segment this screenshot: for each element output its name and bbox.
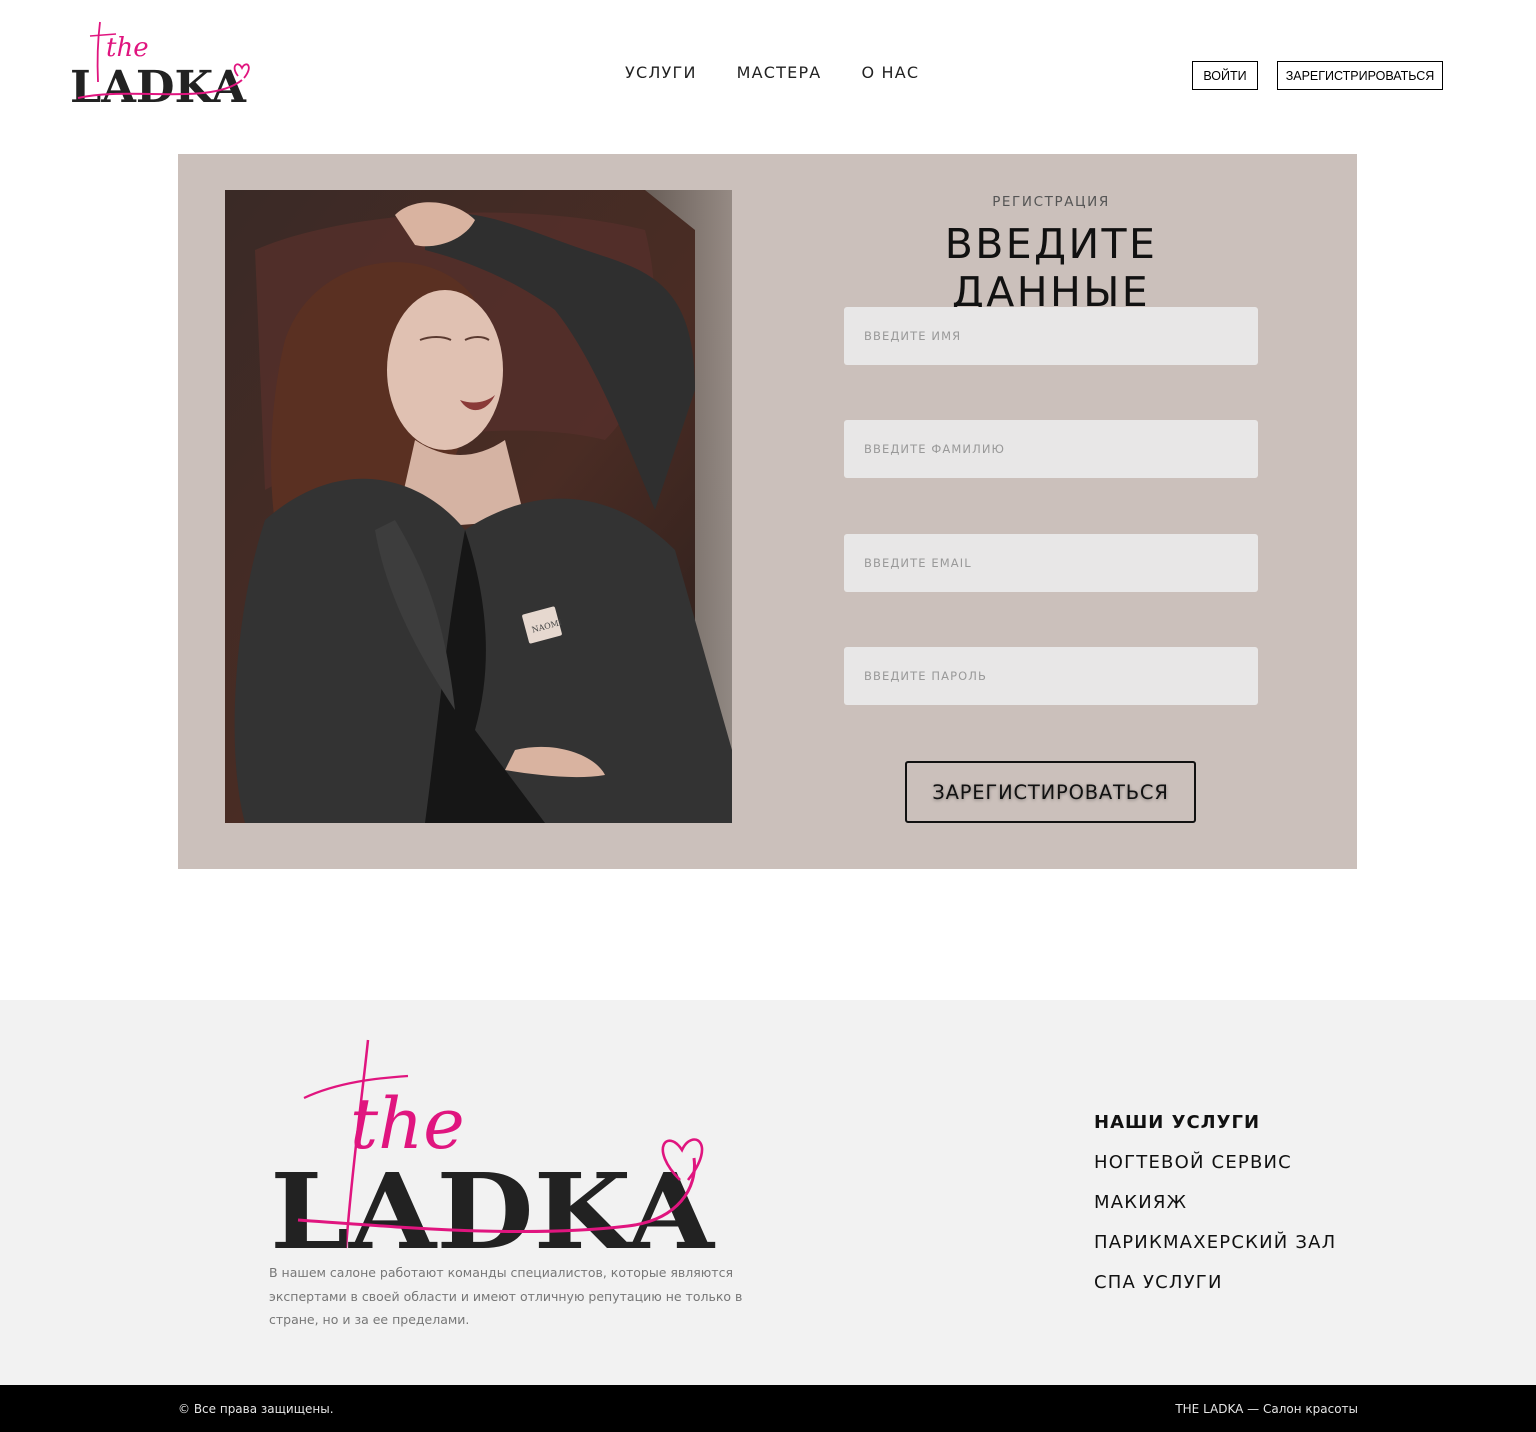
nav-link-about[interactable]: О НАС	[861, 63, 919, 82]
brand-tagline: THE LADKA — Салон красоты	[1175, 1402, 1358, 1416]
form-kicker: РЕГИСТРАЦИЯ	[992, 194, 1110, 210]
brand-logo[interactable]: the LADKA	[70, 16, 252, 106]
registration-form: РЕГИСТРАЦИЯ ВВЕДИТЕ ДАННЫЕ ЗАРЕГИСТИРОВА…	[844, 190, 1258, 823]
register-header-button[interactable]: ЗАРЕГИСТРИРОВАТЬСЯ	[1277, 61, 1443, 90]
email-input[interactable]	[844, 534, 1258, 592]
brand-logo-word: LADKA	[70, 62, 247, 106]
model-photo: NAOMI	[225, 190, 732, 823]
login-button[interactable]: ВОЙТИ	[1192, 61, 1258, 90]
footer-link-nails[interactable]: НОГТЕВОЙ СЕРВИС	[1094, 1152, 1336, 1192]
brand-logo-script: the	[106, 33, 149, 63]
site-header: the LADKA УСЛУГИ МАСТЕРА О НАС ВОЙТИ ЗАР…	[0, 0, 1536, 154]
bottom-bar: © Все права защищены. THE LADKA — Салон …	[0, 1385, 1536, 1432]
first-name-input[interactable]	[844, 307, 1258, 365]
form-heading: ВВЕДИТЕ ДАННЫЕ	[944, 220, 1158, 316]
footer-link-makeup[interactable]: МАКИЯЖ	[1094, 1192, 1336, 1232]
site-footer: the LADKA В нашем салоне работают команд…	[0, 1000, 1536, 1385]
nav-link-masters[interactable]: МАСТЕРА	[737, 63, 822, 82]
footer-link-spa[interactable]: СПА УСЛУГИ	[1094, 1272, 1336, 1312]
footer-logo-word: LADKA	[270, 1150, 715, 1252]
footer-link-hair[interactable]: ПАРИКМАХЕРСКИЙ ЗАЛ	[1094, 1232, 1336, 1272]
main-nav: УСЛУГИ МАСТЕРА О НАС	[625, 63, 919, 82]
register-submit-button[interactable]: ЗАРЕГИСТИРОВАТЬСЯ	[905, 761, 1196, 823]
footer-brand-logo: the LADKA	[270, 1039, 715, 1252]
footer-services-title: НАШИ УСЛУГИ	[1094, 1112, 1261, 1133]
registration-panel: NAOMI РЕГИСТРАЦИЯ ВВЕДИТЕ ДАННЫЕ ЗАРЕГИС…	[178, 154, 1357, 869]
footer-services: НАШИ УСЛУГИ НОГТЕВОЙ СЕРВИС МАКИЯЖ ПАРИК…	[1094, 1112, 1336, 1312]
auth-buttons: ВОЙТИ ЗАРЕГИСТРИРОВАТЬСЯ	[1192, 61, 1443, 90]
nav-link-services[interactable]: УСЛУГИ	[625, 63, 697, 82]
last-name-input[interactable]	[844, 420, 1258, 478]
password-input[interactable]	[844, 647, 1258, 705]
copyright-text: © Все права защищены.	[178, 1402, 334, 1416]
footer-about-text: В нашем салоне работают команды специали…	[269, 1265, 743, 1327]
